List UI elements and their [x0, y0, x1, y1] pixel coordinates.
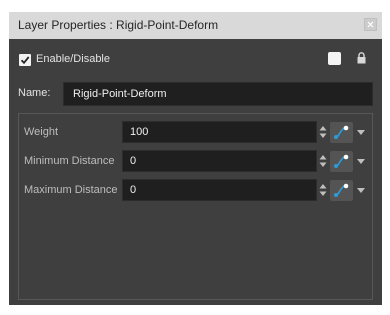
layer-properties-window: Layer Properties : Rigid-Point-Deform En…: [9, 12, 382, 305]
spinner-arrows-icon[interactable]: [319, 184, 327, 196]
chevron-down-icon[interactable]: [357, 159, 365, 164]
enable-label: Enable/Disable: [36, 53, 110, 65]
minimum-distance-label: Minimum Distance: [24, 155, 115, 167]
name-input[interactable]: Rigid-Point-Deform: [63, 82, 373, 106]
spinner-arrows-icon[interactable]: [319, 126, 327, 138]
close-button[interactable]: [364, 18, 377, 31]
enable-checkbox[interactable]: [19, 54, 31, 66]
lock-icon[interactable]: [357, 52, 366, 64]
title-bar[interactable]: Layer Properties : Rigid-Point-Deform: [9, 12, 382, 39]
close-icon: [367, 21, 374, 28]
weight-function-button[interactable]: [330, 122, 353, 143]
window-title: Layer Properties : Rigid-Point-Deform: [18, 18, 219, 32]
color-swatch[interactable]: [328, 52, 341, 65]
function-curve-icon: [334, 183, 349, 197]
minimum-distance-function-button[interactable]: [330, 151, 353, 172]
spinner-arrows-icon[interactable]: [319, 155, 327, 167]
name-label: Name:: [18, 87, 51, 99]
weight-input[interactable]: 100: [122, 121, 317, 143]
function-curve-icon: [334, 154, 349, 168]
maximum-distance-input[interactable]: 0: [122, 179, 317, 201]
minimum-distance-input[interactable]: 0: [122, 150, 317, 172]
checkmark-icon: [20, 56, 30, 65]
chevron-down-icon[interactable]: [357, 188, 365, 193]
function-curve-icon: [334, 125, 349, 139]
weight-label: Weight: [24, 126, 59, 138]
maximum-distance-label: Maximum Distance: [24, 184, 118, 196]
chevron-down-icon[interactable]: [357, 130, 365, 135]
maximum-distance-function-button[interactable]: [330, 180, 353, 201]
